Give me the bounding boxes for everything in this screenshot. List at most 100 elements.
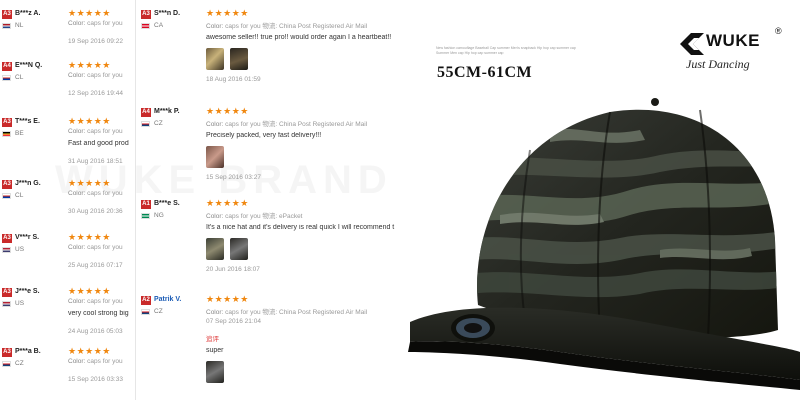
buyer-name: J***e S. — [15, 288, 40, 295]
buyer-country: NL — [15, 22, 24, 29]
color-label: Color: — [206, 213, 224, 220]
color-value: caps for you — [87, 72, 123, 79]
review-photo-thumbnail[interactable] — [206, 146, 224, 168]
color-value: caps for you — [87, 358, 123, 365]
color-label: Color: — [68, 20, 86, 27]
review-photo-thumbnail[interactable] — [230, 238, 248, 260]
color-label: Color: — [68, 244, 86, 251]
color-value: caps for you — [87, 244, 123, 251]
buyer-name: S***n D. — [154, 10, 181, 17]
color-value: caps for you — [225, 309, 261, 316]
color-value: caps for you — [87, 128, 123, 135]
color-meta: Color: caps for you 物流: China Post Regis… — [206, 118, 367, 128]
buyer-name: B***e S. — [154, 200, 180, 207]
country-flag-icon — [2, 75, 11, 81]
review-text: It's a nice hat and it's delivery is rea… — [206, 224, 395, 231]
rating-stars: ★★★★★ — [206, 198, 249, 208]
rating-stars: ★★★★★ — [68, 346, 111, 356]
country-flag-icon — [141, 309, 150, 315]
color-meta: Color: caps for you — [68, 190, 123, 197]
buyer-country: BE — [15, 130, 24, 137]
buyer-level-badge: A3 — [2, 234, 12, 243]
rating-stars: ★★★★★ — [68, 178, 111, 188]
country-flag-icon — [2, 23, 11, 29]
review-text: very cool strong big — [68, 310, 129, 317]
buyer-country: CA — [154, 22, 164, 29]
rating-stars: ★★★★★ — [206, 8, 249, 18]
registered-mark: ® — [775, 26, 782, 36]
color-label: Color: — [206, 121, 224, 128]
buyer-name: P***a B. — [15, 348, 41, 355]
color-meta: Color: caps for you — [68, 244, 123, 251]
buyer-level-badge: A4 — [2, 62, 12, 71]
rating-stars: ★★★★★ — [68, 60, 111, 70]
review-photo-thumbnail[interactable] — [206, 361, 224, 383]
rating-stars: ★★★★★ — [206, 106, 249, 116]
brand-name: WUKE — [706, 31, 760, 50]
review-date: 07 Sep 2016 21:04 — [206, 318, 261, 325]
brand-logo: WUKE ® Just Dancing — [680, 26, 790, 76]
color-label: Color: — [206, 23, 224, 30]
buyer-name[interactable]: Patrik V. — [154, 296, 181, 303]
shipping-method: 物流: China Post Registered Air Mail — [262, 23, 368, 30]
buyer-level-badge: A1 — [141, 200, 151, 209]
buyer-level-badge: A3 — [141, 10, 151, 19]
rating-stars: ★★★★★ — [68, 232, 111, 242]
review-text: Precisely packed, very fast delivery!!! — [206, 132, 322, 139]
color-meta: Color: caps for you — [68, 298, 123, 305]
buyer-level-badge: A3 — [2, 10, 12, 19]
color-meta: Color: caps for you 物流: China Post Regis… — [206, 306, 367, 316]
buyer-country: CZ — [154, 120, 163, 127]
review-photo-thumbnail[interactable] — [206, 238, 224, 260]
color-meta: Color: caps for you — [68, 358, 123, 365]
country-flag-icon — [2, 131, 11, 137]
buyer-country: CZ — [15, 360, 24, 367]
review-date: 20 Jun 2016 18:07 — [206, 266, 260, 273]
color-value: caps for you — [225, 213, 261, 220]
color-value: caps for you — [87, 20, 123, 27]
review-date: 19 Sep 2016 09:22 — [68, 38, 123, 45]
review-date: 15 Sep 2016 03:27 — [206, 174, 261, 181]
color-value: caps for you — [87, 298, 123, 305]
buyer-name: B***z A. — [15, 10, 41, 17]
review-date: 30 Aug 2016 20:36 — [68, 208, 123, 215]
color-value: caps for you — [87, 190, 123, 197]
color-meta: Color: caps for you 物流: China Post Regis… — [206, 20, 367, 30]
rating-stars: ★★★★★ — [206, 294, 249, 304]
color-value: caps for you — [225, 121, 261, 128]
review-photo-thumbnail[interactable] — [230, 48, 248, 70]
review-text: Fast and good prod — [68, 140, 129, 147]
color-label: Color: — [68, 72, 86, 79]
country-flag-icon — [141, 213, 150, 219]
followup-label: 追评 — [206, 336, 219, 343]
color-label: Color: — [68, 128, 86, 135]
review-date: 25 Aug 2016 07:17 — [68, 262, 123, 269]
buyer-level-badge: A3 — [2, 180, 12, 189]
buyer-name: E***N Q. — [15, 62, 43, 69]
color-meta: Color: caps for you — [68, 128, 123, 135]
color-label: Color: — [68, 190, 86, 197]
country-flag-icon — [2, 361, 11, 367]
product-panel: New fashion camouflage Baseball Cap summ… — [400, 0, 800, 400]
buyer-name: T***s E. — [15, 118, 40, 125]
color-meta: Color: caps for you — [68, 72, 123, 79]
buyer-level-badge: A3 — [2, 288, 12, 297]
color-label: Color: — [68, 358, 86, 365]
review-date: 24 Aug 2016 05:03 — [68, 328, 123, 335]
country-flag-icon — [2, 247, 11, 253]
buyer-level-badge: A3 — [2, 118, 12, 127]
rating-stars: ★★★★★ — [68, 8, 111, 18]
buyer-country: CZ — [154, 308, 163, 315]
review-text: awesome seller!! true pro!! would order … — [206, 34, 392, 41]
review-date: 18 Aug 2016 01:59 — [206, 76, 261, 83]
country-flag-icon — [141, 23, 150, 29]
camouflage-snapback-cap-image — [408, 98, 800, 390]
buyer-level-badge: A2 — [141, 296, 151, 305]
shipping-method: 物流: China Post Registered Air Mail — [262, 309, 368, 316]
buyer-level-badge: A4 — [141, 108, 151, 117]
brand-tagline: Just Dancing — [686, 57, 750, 71]
review-text: super — [206, 347, 224, 354]
buyer-name: J***n G. — [15, 180, 41, 187]
review-date: 15 Sep 2016 03:33 — [68, 376, 123, 383]
review-photo-thumbnail[interactable] — [206, 48, 224, 70]
